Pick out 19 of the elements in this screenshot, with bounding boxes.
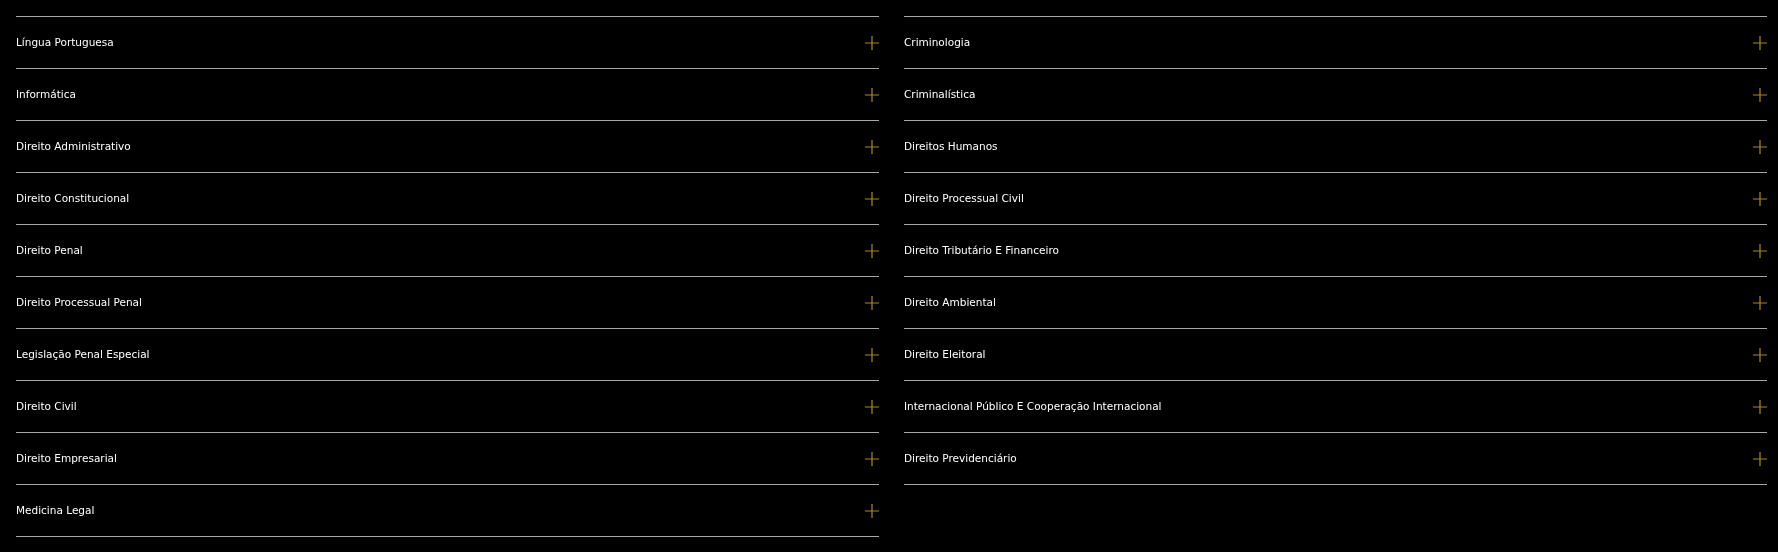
accordion-item[interactable]: Criminalística [904, 69, 1767, 121]
accordion-item[interactable]: Direito Civil [16, 381, 879, 433]
accordion-item[interactable]: Direito Processual Penal [16, 277, 879, 329]
accordion-item[interactable]: Direito Penal [16, 225, 879, 277]
accordion-item[interactable]: Direitos Humanos [904, 121, 1767, 173]
accordion-item[interactable]: Direito Constitucional [16, 173, 879, 225]
accordion-item[interactable]: Criminologia [904, 17, 1767, 69]
accordion-item[interactable]: Língua Portuguesa [16, 17, 879, 69]
accordion-item[interactable]: Direito Previdenciário [904, 433, 1767, 485]
accordion-item[interactable]: Direito Administrativo [16, 121, 879, 173]
accordion-item[interactable]: Direito Eleitoral [904, 329, 1767, 381]
accordion-item[interactable]: Internacional Público E Cooperação Internacional [904, 381, 1767, 433]
accordion-item[interactable]: Direito Processual Civil [904, 173, 1767, 225]
accordion-item[interactable]: Direito Empresarial [16, 433, 879, 485]
accordion-item[interactable]: Informática [16, 69, 879, 121]
accordion-item[interactable]: Direito Tributário E Financeiro [904, 225, 1767, 277]
accordion-item[interactable]: Legislação Penal Especial [16, 329, 879, 381]
accordion-item[interactable]: Direito Ambiental [904, 277, 1767, 329]
accordion-item[interactable]: Medicina Legal [16, 485, 879, 537]
